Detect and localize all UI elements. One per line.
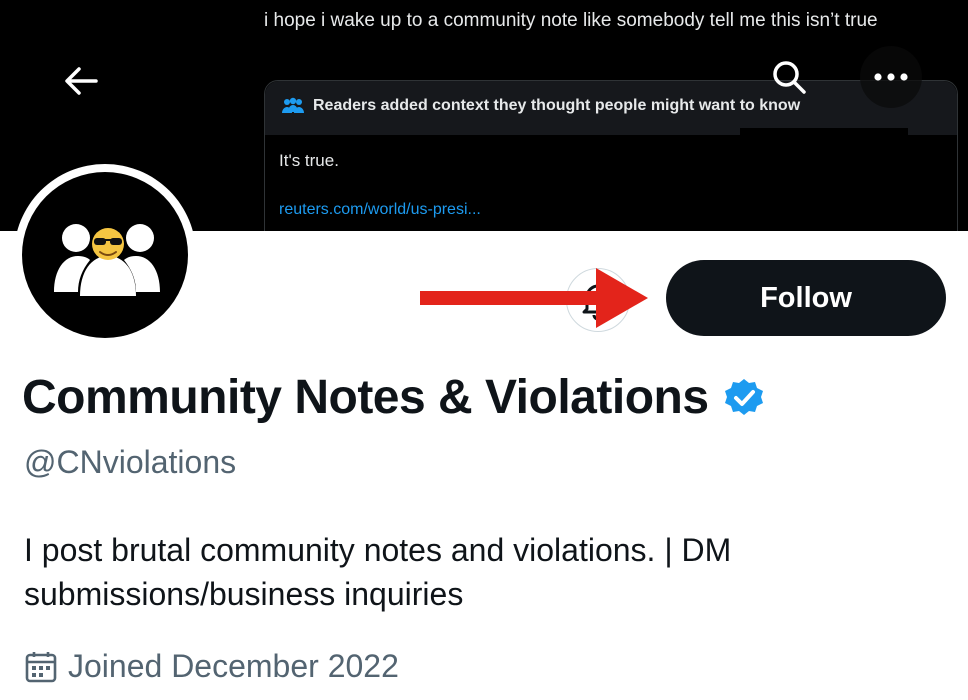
joined-date: Joined December 2022 — [68, 648, 399, 684]
banner-tweet-text: i hope i wake up to a community note lik… — [264, 10, 878, 31]
profile-bio: I post brutal community notes and violat… — [24, 532, 732, 612]
redacted-region — [740, 128, 908, 188]
display-name: Community Notes & Violations — [22, 371, 709, 424]
back-button[interactable] — [50, 50, 112, 112]
profile-avatar[interactable] — [14, 164, 196, 346]
profile-handle: @CNviolations — [24, 444, 237, 480]
community-note-body: It's true. — [279, 151, 339, 170]
community-note-title: Readers added context they thought peopl… — [313, 97, 801, 114]
search-button[interactable] — [758, 46, 820, 108]
avatar-image — [22, 172, 188, 338]
joined-date-row: Joined December 2022 — [24, 648, 399, 685]
community-note-link[interactable]: reuters.com/world/us-presi... — [279, 201, 481, 219]
profile-page: i hope i wake up to a community note lik… — [0, 0, 968, 700]
display-name-row: Community Notes & Violations — [22, 370, 765, 425]
arrow-left-icon — [65, 67, 98, 95]
more-icon — [874, 73, 908, 81]
community-note-header: Readers added context they thought peopl… — [265, 81, 957, 135]
red-arrow-annotation — [420, 268, 648, 328]
more-button[interactable] — [860, 46, 922, 108]
search-icon — [773, 61, 806, 94]
group-logo-icon — [54, 224, 160, 296]
calendar-icon — [25, 651, 57, 682]
verified-badge-icon[interactable] — [723, 377, 765, 419]
people-icon — [282, 97, 304, 113]
follow-button[interactable]: Follow — [666, 260, 946, 336]
